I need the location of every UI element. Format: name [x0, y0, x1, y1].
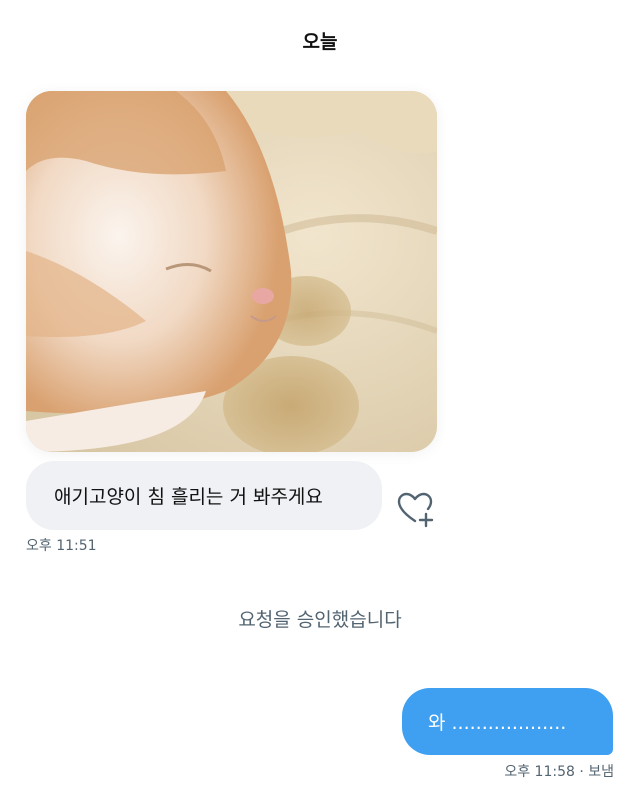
- cat-photo-image: [26, 91, 437, 452]
- received-message-bubble[interactable]: 애기고양이 침 흘리는 거 봐주게요: [26, 461, 382, 530]
- received-timestamp: 오후 11:51: [26, 538, 97, 554]
- date-header: 오늘: [302, 31, 338, 53]
- sent-message-text: 와 ...................: [428, 712, 567, 734]
- heart-plus-icon[interactable]: [395, 489, 435, 529]
- sent-timestamp: 오후 11:58 · 보냄: [504, 764, 614, 780]
- received-message-text: 애기고양이 침 흘리는 거 봐주게요: [54, 486, 323, 508]
- request-accepted-note: 요청을 승인했습니다: [238, 609, 402, 631]
- received-photo[interactable]: [26, 91, 437, 452]
- sent-message-bubble[interactable]: 와 ...................: [402, 688, 613, 755]
- dm-conversation: 오늘 애기고양이 침 흘리는 거 봐주게요 오후 11:51 요청을 승인했습니…: [0, 0, 640, 810]
